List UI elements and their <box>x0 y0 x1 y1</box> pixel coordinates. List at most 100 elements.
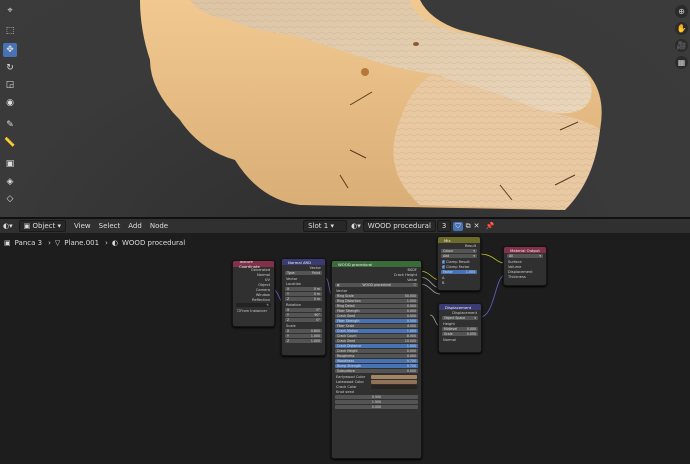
param-field[interactable]: Crack Count 8.000 <box>335 334 418 338</box>
scale-icon[interactable]: ◲ <box>3 78 17 92</box>
material-name-field[interactable]: WOOD procedural <box>362 220 436 232</box>
node-tree-icon: ◐ <box>337 283 340 287</box>
menu-node[interactable]: Node <box>150 222 168 230</box>
mix-type-dropdown[interactable]: Colour ▾ <box>441 249 477 253</box>
param-field[interactable]: Bump Strength 0.700 <box>335 364 418 368</box>
slot-dropdown[interactable]: Slot 1 ▾ <box>303 220 348 232</box>
param-field[interactable]: Subsurface 0.000 <box>335 369 418 373</box>
scale-field[interactable]: Z 1.000 <box>285 339 322 343</box>
menu-select[interactable]: Select <box>99 222 121 230</box>
rotation-fields: X 0° Y 90° Z 0° <box>282 308 325 322</box>
editor-type-icon[interactable]: ◐▾ <box>3 222 13 230</box>
editor-type-label: Object <box>32 222 56 230</box>
node-editor-canvas[interactable]: Texture Coordinate Generated Normal UV O… <box>0 236 690 464</box>
zoom-icon[interactable]: ⊕ <box>675 5 688 18</box>
scale-field[interactable]: Y 1.000 <box>285 334 322 338</box>
group-datablock-field[interactable]: ◐ WOOD procedural ⛉ <box>335 283 418 287</box>
node-mapping[interactable]: Normal ARD Vector Type: Point Vector Loca… <box>281 258 326 356</box>
object-mode-dropdown[interactable]: ▣ Object ▾ <box>18 220 67 232</box>
transform-icon[interactable]: ◉ <box>3 96 17 110</box>
param-field[interactable]: Crack Height 0.000 <box>335 349 418 353</box>
param-field-label: Crack Count <box>337 334 357 338</box>
param-field-value: 4.000 <box>406 324 416 328</box>
node-material-output[interactable]: Material Output All ▾ Surface Volume Disp… <box>503 246 547 286</box>
node-texture-coordinate[interactable]: Texture Coordinate Generated Normal UV O… <box>232 260 275 327</box>
rotation-field[interactable]: Z 0° <box>285 318 322 322</box>
param-field[interactable]: Ring Detail 0.000 <box>335 304 418 308</box>
color-swatch[interactable] <box>371 374 417 379</box>
slot-label: Slot 1 <box>308 222 329 230</box>
measure-icon[interactable]: 📏 <box>3 136 17 150</box>
target-dropdown[interactable]: All ▾ <box>507 254 543 258</box>
factor-slider[interactable]: Factor 1.000 <box>441 270 477 274</box>
move-icon[interactable]: ✥ <box>3 43 17 57</box>
camera-icon[interactable]: 🎥 <box>675 39 688 52</box>
menu-add[interactable]: Add <box>128 222 142 230</box>
menu-view[interactable]: View <box>74 222 91 230</box>
mesh-icon: ▽ <box>54 238 61 247</box>
scale-label: Scale <box>444 332 453 336</box>
color-swatch[interactable] <box>371 379 417 384</box>
param-field[interactable]: Ring Distortion 1.000 <box>335 299 418 303</box>
param-field[interactable]: Crack Motion 1.000 <box>335 329 418 333</box>
hand-icon[interactable]: ✋ <box>675 22 688 35</box>
param-field[interactable]: Woodiness 0.700 <box>335 359 418 363</box>
mapping-type-dropdown[interactable]: Type: Point <box>285 271 322 275</box>
knot-vector-field[interactable]: 0.500 <box>335 395 418 399</box>
wood-params: Ring Scale 50.000 Ring Distortion 1.000 Ring… <box>332 294 421 373</box>
fake-user-icon[interactable]: ⛉ <box>453 221 463 231</box>
color-swatch[interactable] <box>371 384 417 389</box>
param-field[interactable]: Fiber Strength 0.500 <box>335 319 418 323</box>
knot-vector-field[interactable]: 0.000 <box>335 405 418 409</box>
location-field[interactable]: Y 0 m <box>285 292 322 296</box>
input-location: Location <box>286 281 302 286</box>
pin-icon[interactable]: 📌 <box>485 222 494 230</box>
param-field-value: 0.700 <box>406 359 416 363</box>
user-count[interactable]: 3 <box>436 220 452 232</box>
material-browse-icon[interactable]: ◐▾ <box>351 222 361 230</box>
scale-field[interactable]: Scale 0.050 <box>442 332 478 336</box>
clamp-factor-checkbox[interactable]: ✓ Clamp Factor <box>438 264 480 269</box>
param-field-label: Ring Distortion <box>337 299 361 303</box>
scale-field-label: X <box>287 329 290 333</box>
location-field[interactable]: Z 0 m <box>285 297 322 301</box>
rotate-icon[interactable]: ↻ <box>3 61 17 75</box>
node-mix[interactable]: Mix Result Colour ▾ Add ▾ ✓ Clamp Result ✓ C… <box>437 236 481 291</box>
node-header[interactable]: Material Output <box>504 247 546 253</box>
param-field[interactable]: Ring Scale 50.000 <box>335 294 418 298</box>
object-field[interactable]: ✎ <box>236 303 271 307</box>
node-displacement[interactable]: Displacement Displacement Object Space ▾ … <box>438 303 482 353</box>
add-cube-icon[interactable]: ▣ <box>3 157 17 171</box>
param-field[interactable]: Crack Distance 1.000 <box>335 344 418 348</box>
annotate-icon[interactable]: ✎ <box>3 118 17 132</box>
scale-field[interactable]: X 0.800 <box>285 329 322 333</box>
midlevel-field[interactable]: Midlevel 0.000 <box>442 327 478 331</box>
rotation-field[interactable]: Y 90° <box>285 313 322 317</box>
param-field[interactable]: Fiber Strength 0.000 <box>335 309 418 313</box>
factor-value: 1.000 <box>465 270 475 274</box>
from-instancer-checkbox[interactable]: ☐ From Instancer <box>233 308 274 313</box>
knot-vector-field[interactable]: 1.500 <box>335 400 418 404</box>
input-b: B <box>442 280 445 285</box>
blend-mode-dropdown[interactable]: Add ▾ <box>441 254 477 258</box>
grid-icon[interactable]: ▦ <box>675 56 688 69</box>
uv-icon[interactable]: ◈ <box>3 175 17 189</box>
param-field[interactable]: Roughness 0.000 <box>335 354 418 358</box>
param-field[interactable]: Crack Seed 10.000 <box>335 339 418 343</box>
viewport-3d[interactable]: ⌖ ⬚ ✥ ↻ ◲ ◉ ✎ 📏 ▣ ◈ ◇ ⊕ ✋ 🎥 ▦ <box>0 0 690 217</box>
param-field[interactable]: Crack Seed 0.000 <box>335 314 418 318</box>
param-field[interactable]: Fiber Scale 4.000 <box>335 324 418 328</box>
rotation-field[interactable]: X 0° <box>285 308 322 312</box>
unlink-icon[interactable]: ✕ <box>474 222 480 230</box>
input-height: Height <box>443 321 455 326</box>
select-box-icon[interactable]: ⬚ <box>3 24 17 38</box>
node-wood-procedural[interactable]: WOOD procedural BSDF Crack Height Value … <box>331 260 422 459</box>
duplicate-icon[interactable]: ⧉ <box>466 222 471 231</box>
spin-icon[interactable]: ◇ <box>3 192 17 206</box>
chevron-right-icon: › <box>105 238 108 247</box>
param-field-value: 8.000 <box>406 334 416 338</box>
space-dropdown[interactable]: Object Space ▾ <box>442 316 478 320</box>
cursor-icon[interactable]: ⌖ <box>3 4 17 18</box>
location-field[interactable]: X 0 m <box>285 287 322 291</box>
rotation-field-label: X <box>287 308 290 312</box>
